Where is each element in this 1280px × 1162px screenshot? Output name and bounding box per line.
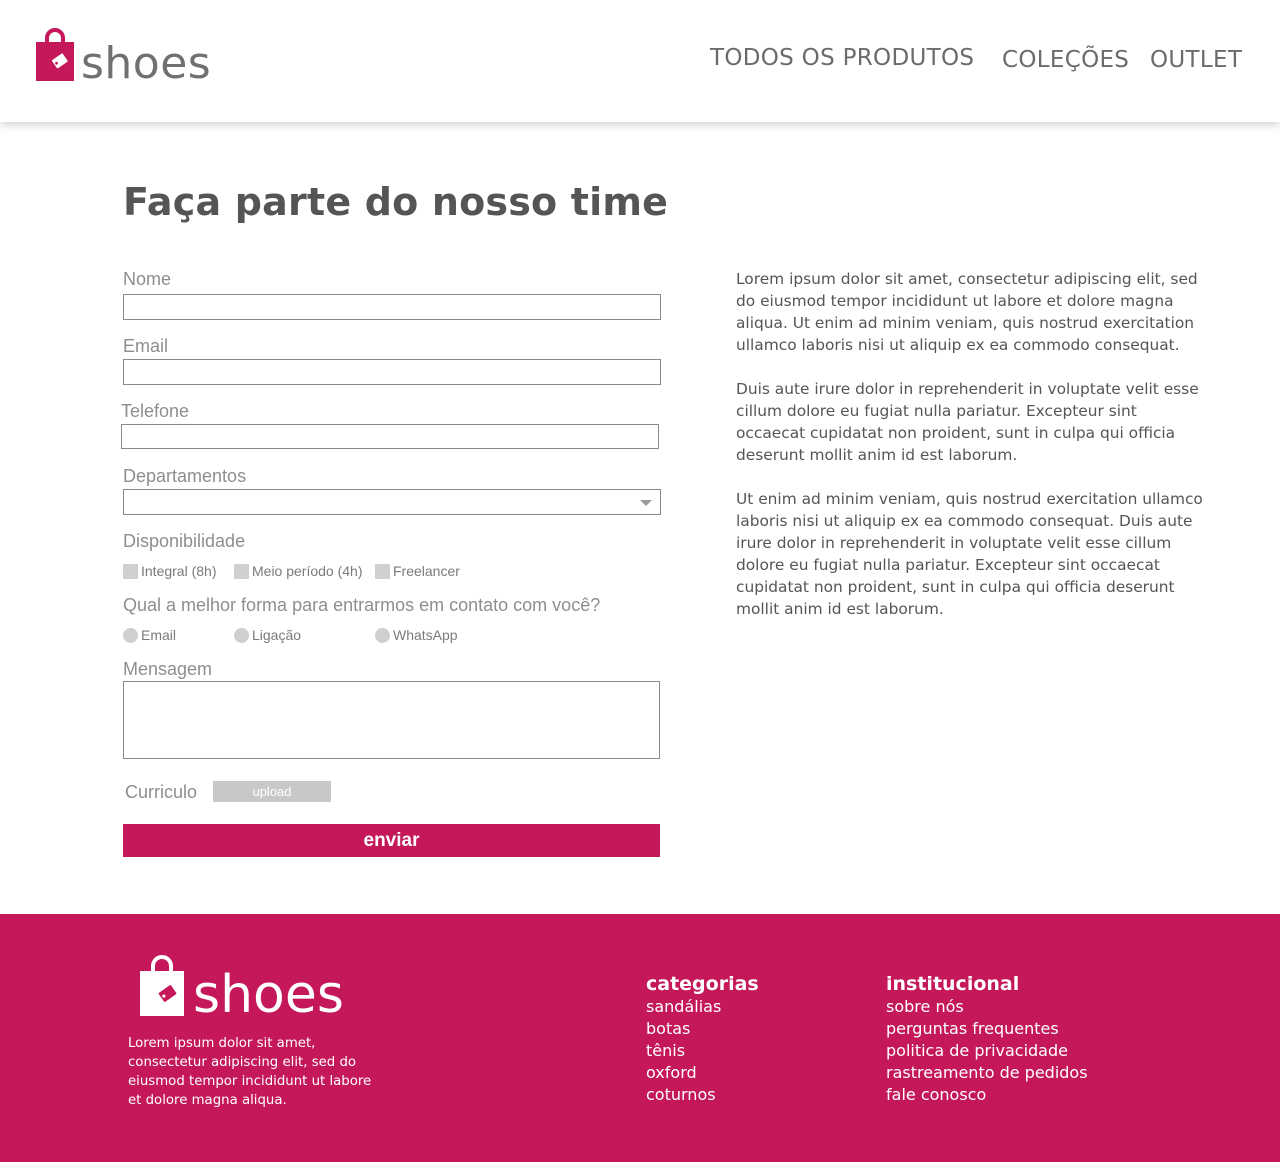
intro-paragraph-2: Duis aute irure dolor in reprehenderit i… (736, 380, 1199, 464)
submit-button[interactable]: enviar (123, 824, 660, 857)
footer-categories: categorias sandálias botas tênis oxford … (646, 973, 759, 1106)
checkbox-icon (123, 563, 138, 579)
intro-paragraph-3: Ut enim ad minim veniam, quis nostrud ex… (736, 490, 1203, 618)
chevron-down-icon (640, 500, 652, 506)
footer-link-tenis[interactable]: tênis (646, 1040, 759, 1062)
contact-label: Qual a melhor forma para entrarmos em co… (123, 595, 601, 615)
brand-name: shoes (81, 38, 212, 89)
phone-input[interactable] (121, 424, 659, 449)
message-label: Mensagem (123, 659, 213, 679)
checkbox-label: Integral (8h) (141, 563, 217, 579)
department-select[interactable] (123, 489, 661, 515)
checkbox-label: Meio período (4h) (252, 563, 363, 579)
nav-outlet[interactable]: OUTLET (1150, 47, 1242, 73)
nav-collections[interactable]: COLEÇÕES (1002, 47, 1129, 73)
shopping-bag-icon (140, 955, 184, 1016)
radio-label: WhatsApp (393, 627, 458, 643)
footer-brand-name: shoes (193, 965, 344, 1025)
page-title: Faça parte do nosso time (123, 180, 669, 224)
footer-link-botas[interactable]: botas (646, 1018, 759, 1040)
phone-label: Telefone (121, 401, 190, 421)
email-label: Email (123, 336, 169, 356)
checkbox-integral[interactable]: Integral (8h) (123, 563, 216, 579)
radio-icon (123, 627, 138, 643)
checkbox-icon (375, 563, 390, 579)
header-logo[interactable]: shoes (35, 26, 211, 86)
name-input[interactable] (123, 294, 661, 320)
radio-whatsapp[interactable]: WhatsApp (375, 627, 458, 643)
checkbox-icon (234, 563, 249, 579)
footer-categories-title: categorias (646, 973, 759, 995)
shopping-bag-icon (36, 28, 74, 81)
radio-ligacao[interactable]: Ligação (234, 627, 301, 643)
footer-link-order-tracking[interactable]: rastreamento de pedidos (886, 1062, 1088, 1084)
resume-label: Curriculo (125, 782, 198, 802)
department-label: Departamentos (123, 466, 247, 486)
radio-icon (375, 627, 390, 643)
footer-link-sandalias[interactable]: sandálias (646, 996, 759, 1018)
radio-icon (234, 627, 249, 643)
footer-link-privacy[interactable]: politica de privacidade (886, 1040, 1088, 1062)
site-footer: shoes Lorem ipsum dolor sit amet, consec… (0, 914, 1280, 1162)
footer-logo[interactable]: shoes (139, 953, 344, 1021)
name-label: Nome (123, 269, 172, 289)
radio-label: Email (141, 627, 177, 643)
checkbox-meio-periodo[interactable]: Meio período (4h) (234, 563, 363, 579)
upload-button[interactable]: upload (213, 781, 331, 802)
footer-link-about[interactable]: sobre nós (886, 996, 1088, 1018)
footer-link-oxford[interactable]: oxford (646, 1062, 759, 1084)
radio-label: Ligação (252, 627, 302, 643)
footer-institutional: institucional sobre nós perguntas freque… (886, 973, 1088, 1106)
radio-email[interactable]: Email (123, 627, 176, 643)
availability-label: Disponibilidade (123, 531, 246, 551)
checkbox-label: Freelancer (393, 563, 460, 579)
footer-link-faq[interactable]: perguntas frequentes (886, 1018, 1088, 1040)
footer-link-coturnos[interactable]: coturnos (646, 1084, 759, 1106)
intro-paragraph-1: Lorem ipsum dolor sit amet, consectetur … (736, 270, 1198, 354)
site-header: shoes TODOS OS PRODUTOS COLEÇÕES OUTLET (0, 0, 1280, 122)
nav-all-products[interactable]: TODOS OS PRODUTOS (710, 45, 974, 71)
checkbox-freelancer[interactable]: Freelancer (375, 563, 460, 579)
email-input[interactable] (123, 359, 661, 385)
footer-institutional-title: institucional (886, 973, 1020, 995)
message-textarea[interactable] (123, 681, 660, 759)
footer-description: Lorem ipsum dolor sit amet, consectetur … (128, 1036, 372, 1108)
footer-link-contact[interactable]: fale conosco (886, 1084, 1088, 1106)
